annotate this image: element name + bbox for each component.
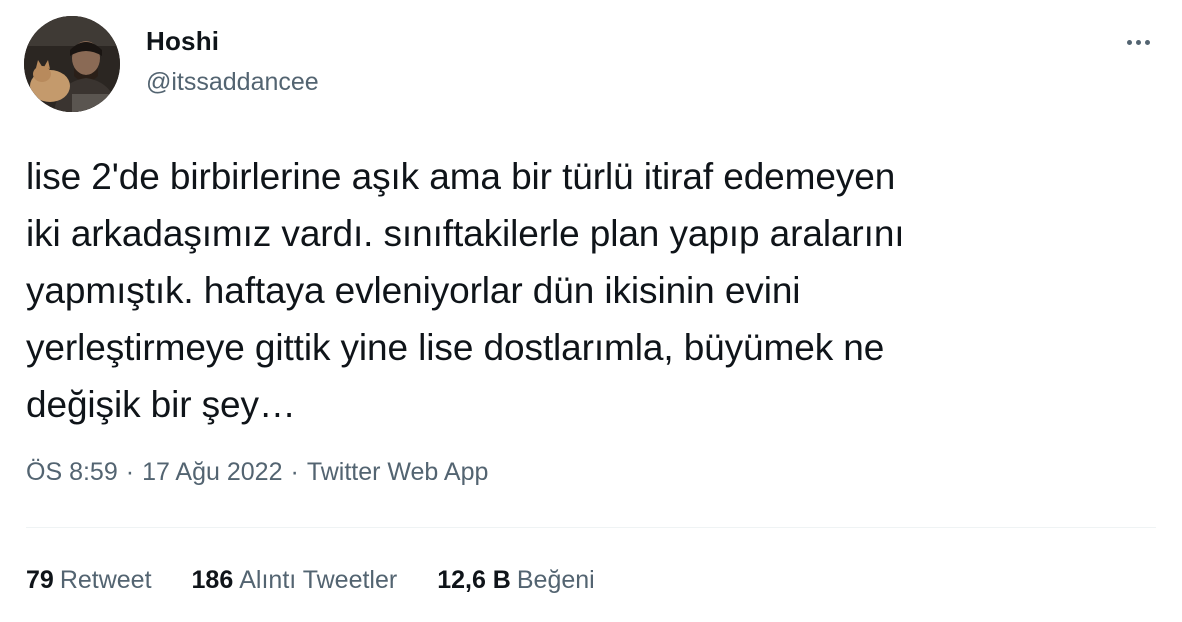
retweet-label: Retweet xyxy=(59,566,152,594)
tweet-card: Hoshi @itssaddancee lise 2'de birbirleri… xyxy=(0,0,1182,622)
quote-count-link[interactable]: 186 Alıntı Tweetler xyxy=(192,566,398,595)
meta-separator: · xyxy=(290,458,299,486)
like-label: Beğeni xyxy=(516,566,595,594)
retweet-count-link[interactable]: 79 Retweet xyxy=(26,566,152,595)
tweet-text: lise 2'de birbirlerine aşık ama bir türl… xyxy=(26,156,905,425)
tweet-date[interactable]: 17 Ağu 2022 xyxy=(142,458,282,486)
divider xyxy=(26,527,1156,528)
user-handle[interactable]: @itssaddancee xyxy=(146,68,319,97)
display-name[interactable]: Hoshi xyxy=(146,26,219,57)
retweet-count: 79 xyxy=(26,566,54,594)
quote-label: Alıntı Tweetler xyxy=(239,566,398,594)
meta-separator: · xyxy=(125,458,135,486)
avatar[interactable] xyxy=(24,16,120,112)
like-count-link[interactable]: 12,6 B Beğeni xyxy=(437,566,595,595)
like-count: 12,6 B xyxy=(437,566,511,594)
more-horizontal-icon xyxy=(1126,39,1150,45)
quote-count: 186 xyxy=(191,566,234,594)
tweet-time[interactable]: ÖS 8:59 xyxy=(26,458,118,486)
tweet-meta: ÖS 8:59 · 17 Ağu 2022 · Twitter Web App xyxy=(26,458,488,487)
tweet-stats: 79 Retweet 186 Alıntı Tweetler 12,6 B Beğen… xyxy=(26,566,595,595)
tweet-source[interactable]: Twitter Web App xyxy=(307,458,489,486)
more-options-button[interactable] xyxy=(1118,30,1158,54)
avatar-image xyxy=(24,16,120,112)
